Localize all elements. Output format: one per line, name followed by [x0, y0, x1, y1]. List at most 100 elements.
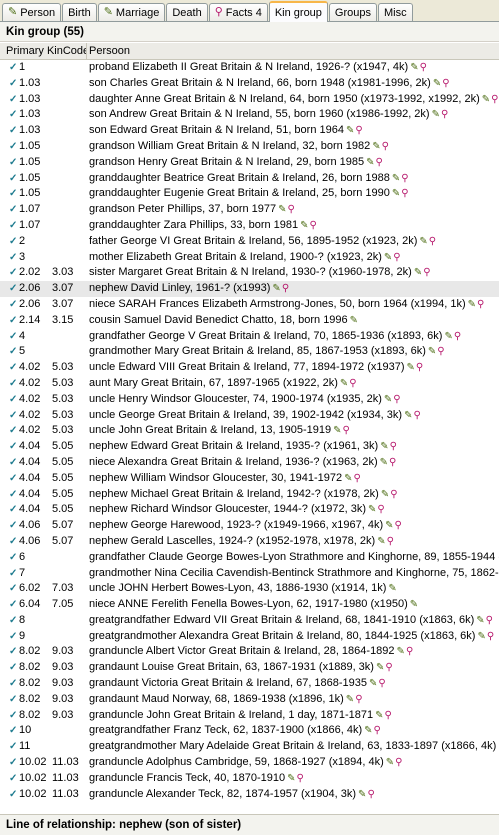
pencil-icon[interactable]: ✎	[381, 489, 389, 500]
pin-icon[interactable]: ⚲	[296, 773, 303, 784]
pin-icon[interactable]: ⚲	[382, 141, 389, 152]
pencil-icon[interactable]: ✎	[410, 62, 418, 73]
table-row[interactable]: ✓ 4.02 5.03 uncle George Great Britain & Ir…	[0, 408, 499, 424]
pencil-icon[interactable]: ✎	[392, 173, 400, 184]
pencil-icon[interactable]: ✎	[477, 631, 485, 642]
table-row[interactable]: ✓ 8.02 9.03 granduncle Albert Victor Great …	[0, 644, 499, 660]
pin-icon[interactable]: ⚲	[385, 662, 392, 673]
table-row[interactable]: ✓ 2.02 3.03 sister Margaret Great Britain &…	[0, 265, 499, 281]
table-row[interactable]: ✓ 1.03 daughter Anne Great Britain & N Ire…	[0, 92, 499, 108]
table-row[interactable]: ✓ 10.02 11.03 granduncle Alexander Teck, 82…	[0, 787, 499, 803]
pin-icon[interactable]: ⚲	[390, 489, 397, 500]
pin-icon[interactable]: ⚲	[416, 362, 423, 373]
pencil-icon[interactable]: ✎	[384, 252, 392, 263]
pencil-icon[interactable]: ✎	[432, 109, 440, 120]
pin-icon[interactable]: ⚲	[454, 331, 461, 342]
table-row[interactable]: ✓ 3 mother Elizabeth Great Britain & Irela…	[0, 250, 499, 266]
table-row[interactable]: ✓ 1.03 son Edward Great Britain & N Irelan…	[0, 123, 499, 139]
pin-icon[interactable]: ⚲	[387, 536, 394, 547]
pencil-icon[interactable]: ✎	[358, 789, 366, 800]
pin-icon[interactable]: ⚲	[393, 252, 400, 263]
table-row[interactable]: ✓ 10 greatgrandfather Franz Teck, 62, 1837…	[0, 723, 499, 739]
table-row[interactable]: ✓ 2.06 3.07 niece SARAH Frances Elizabeth A…	[0, 297, 499, 313]
table-row[interactable]: ✓ 5 grandmother Mary Great Britain & Irela…	[0, 344, 499, 360]
pin-icon[interactable]: ⚲	[437, 346, 444, 357]
pin-icon[interactable]: ⚲	[367, 789, 374, 800]
table-row[interactable]: ✓ 4.04 5.05 nephew Edward Great Britain & I…	[0, 439, 499, 455]
pencil-icon[interactable]: ✎	[407, 362, 415, 373]
tab-kin-group[interactable]: Kin group	[268, 1, 328, 22]
table-row[interactable]: ✓ 8.02 9.03 grandaunt Victoria Great Britai…	[0, 676, 499, 692]
pencil-icon[interactable]: ✎	[380, 441, 388, 452]
tab-groups[interactable]: Groups	[328, 3, 377, 21]
pin-icon[interactable]: ⚲	[477, 299, 484, 310]
pencil-icon[interactable]: ✎	[414, 267, 422, 278]
table-row[interactable]: ✓ 2.06 3.07 nephew David Linley, 1961-? (x1…	[0, 281, 499, 297]
pencil-icon[interactable]: ✎	[344, 473, 352, 484]
pencil-icon[interactable]: ✎	[384, 394, 392, 405]
pencil-icon[interactable]: ✎	[372, 141, 380, 152]
pin-icon[interactable]: ⚲	[385, 710, 392, 721]
column-header-person[interactable]: Persoon	[88, 43, 130, 60]
pin-icon[interactable]: ⚲	[406, 646, 413, 657]
pencil-icon[interactable]: ✎	[428, 346, 436, 357]
pencil-icon[interactable]: ✎	[272, 283, 280, 294]
pencil-icon[interactable]: ✎	[380, 457, 388, 468]
pencil-icon[interactable]: ✎	[368, 504, 376, 515]
pencil-icon[interactable]: ✎	[410, 599, 418, 610]
pin-icon[interactable]: ⚲	[288, 204, 295, 215]
pin-icon[interactable]: ⚲	[343, 425, 350, 436]
pencil-icon[interactable]: ✎	[366, 157, 374, 168]
table-row[interactable]: ✓ 2 father George VI Great Britain & Irela…	[0, 234, 499, 250]
pencil-icon[interactable]: ✎	[468, 299, 476, 310]
tab-person[interactable]: ✎ Person	[2, 3, 62, 21]
pin-icon[interactable]: ⚲	[374, 725, 381, 736]
pencil-icon[interactable]: ✎	[444, 331, 452, 342]
pin-icon[interactable]: ⚲	[401, 188, 408, 199]
pin-icon[interactable]: ⚲	[349, 378, 356, 389]
pencil-icon[interactable]: ✎	[375, 710, 383, 721]
pencil-icon[interactable]: ✎	[377, 536, 385, 547]
table-row[interactable]: ✓ 1.05 granddaughter Beatrice Great Britai…	[0, 171, 499, 187]
pin-icon[interactable]: ⚲	[355, 694, 362, 705]
pin-icon[interactable]: ⚲	[282, 283, 289, 294]
pencil-icon[interactable]: ✎	[476, 615, 484, 626]
pin-icon[interactable]: ⚲	[355, 125, 362, 136]
table-row[interactable]: ✓ 6.02 7.03 uncle JOHN Herbert Bowes-Lyon, …	[0, 581, 499, 597]
pencil-icon[interactable]: ✎	[392, 188, 400, 199]
table-row[interactable]: ✓ 7 grandmother Nina Cecilia Cavendish-Ben…	[0, 566, 499, 582]
tab-misc[interactable]: Misc	[378, 3, 413, 21]
table-row[interactable]: ✓ 1.05 granddaughter Eugenie Great Britain…	[0, 186, 499, 202]
pencil-icon[interactable]: ✎	[333, 425, 341, 436]
table-row[interactable]: ✓ 4.04 5.05 niece Alexandra Great Britain &…	[0, 455, 499, 471]
pin-icon[interactable]: ⚲	[441, 109, 448, 120]
pin-icon[interactable]: ⚲	[377, 504, 384, 515]
pencil-icon[interactable]: ✎	[300, 220, 308, 231]
pencil-icon[interactable]: ✎	[376, 662, 384, 673]
table-row[interactable]: ✓ 11 greatgrandmother Mary Adelaide Great …	[0, 739, 499, 755]
table-row[interactable]: ✓ 1.05 grandson Henry Great Britain & N Ir…	[0, 155, 499, 171]
pencil-icon[interactable]: ✎	[340, 378, 348, 389]
table-row[interactable]: ✓ 6.04 7.05 niece ANNE Ferelith Fenella Bow…	[0, 597, 499, 613]
pencil-icon[interactable]: ✎	[287, 773, 295, 784]
pin-icon[interactable]: ⚲	[486, 615, 493, 626]
pin-icon[interactable]: ⚲	[401, 173, 408, 184]
table-row[interactable]: ✓ 4.02 5.03 uncle John Great Britain & Irel…	[0, 423, 499, 439]
table-row[interactable]: ✓ 4.04 5.05 nephew William Windsor Gloucest…	[0, 471, 499, 487]
pin-icon[interactable]: ⚲	[420, 62, 427, 73]
pencil-icon[interactable]: ✎	[369, 678, 377, 689]
table-row[interactable]: ✓ 10.02 11.03 granduncle Francis Teck, 40, …	[0, 771, 499, 787]
table-row[interactable]: ✓ 9 greatgrandmother Alexandra Great Brita…	[0, 629, 499, 645]
pencil-icon[interactable]: ✎	[278, 204, 286, 215]
pencil-icon[interactable]: ✎	[482, 94, 490, 105]
pencil-icon[interactable]: ✎	[397, 646, 405, 657]
pin-icon[interactable]: ⚲	[389, 457, 396, 468]
pin-icon[interactable]: ⚲	[393, 394, 400, 405]
pin-icon[interactable]: ⚲	[491, 94, 498, 105]
pin-icon[interactable]: ⚲	[429, 236, 436, 247]
tab-facts-4[interactable]: ⚲ Facts 4	[208, 3, 268, 21]
pencil-icon[interactable]: ✎	[346, 125, 354, 136]
table-row[interactable]: ✓ 8.02 9.03 granduncle John Great Britain &…	[0, 708, 499, 724]
pin-icon[interactable]: ⚲	[413, 410, 420, 421]
column-header-primary-kincode[interactable]: Primary KinCode	[0, 43, 87, 60]
